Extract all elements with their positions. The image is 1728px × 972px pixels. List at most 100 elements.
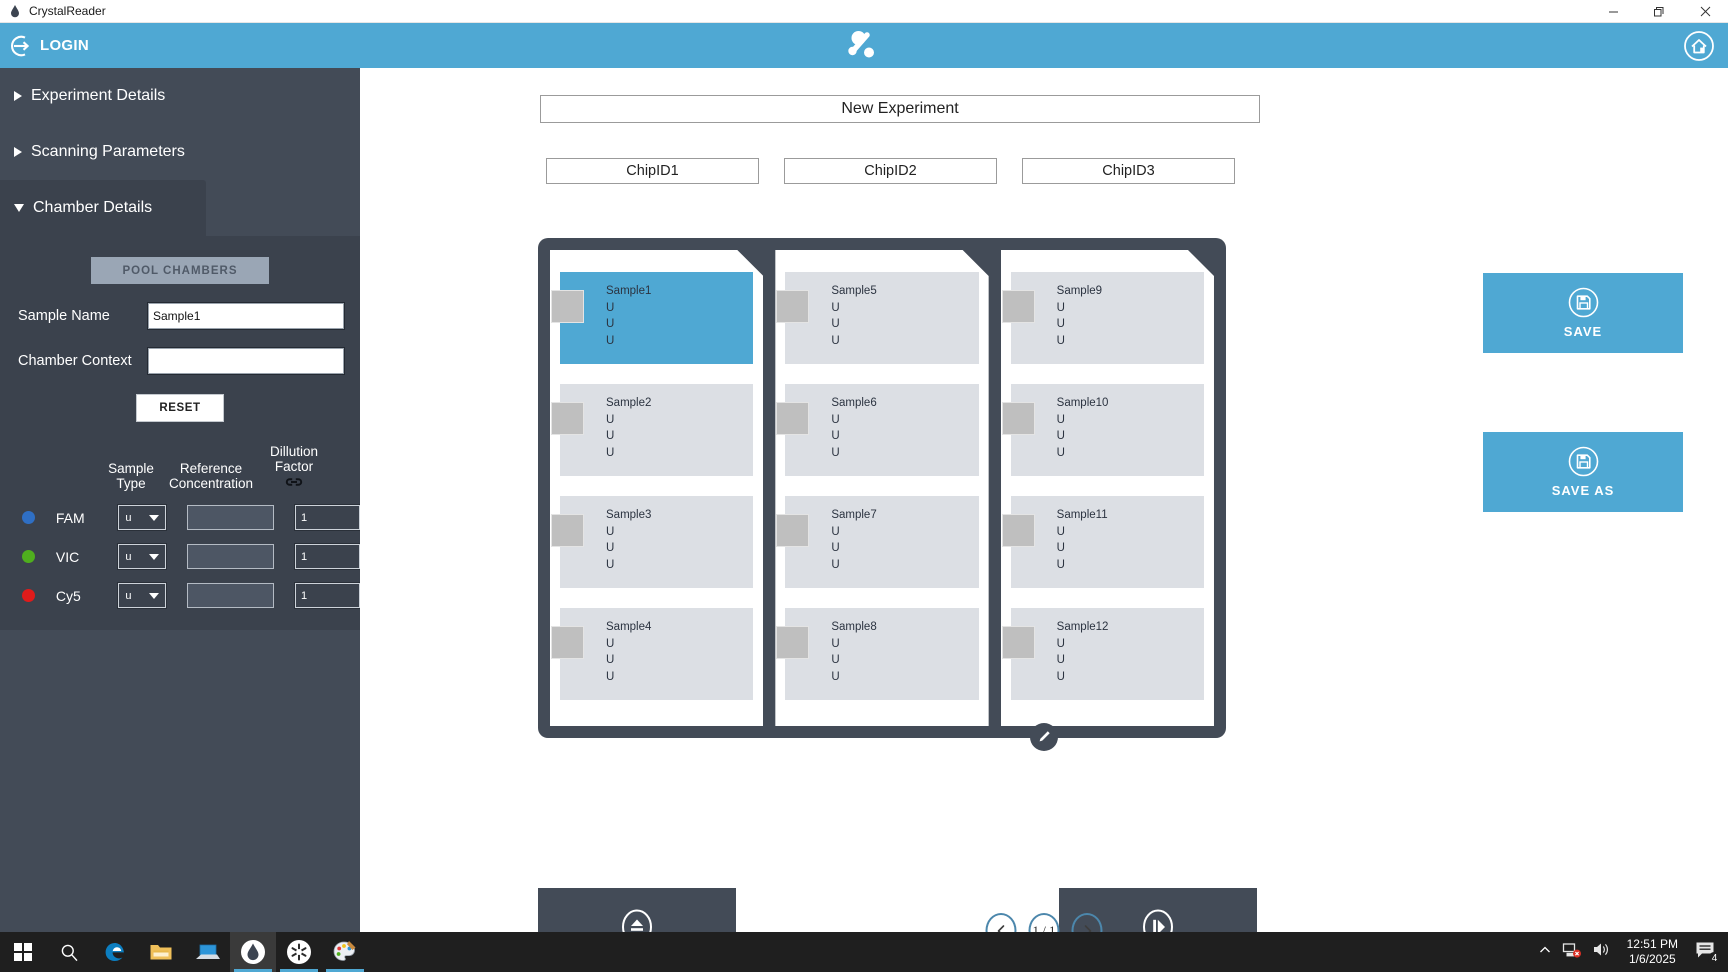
- laptop-icon: [196, 944, 220, 959]
- chevron-down-icon: [14, 204, 24, 212]
- well-line: U: [1056, 637, 1065, 650]
- well-sample-name: Sample4: [606, 621, 652, 633]
- well-sample-name: Sample1: [606, 285, 652, 297]
- volume-button[interactable]: [1592, 941, 1611, 963]
- well-thumbnail: [776, 402, 809, 435]
- well-line: U: [606, 542, 615, 555]
- well-line: U: [831, 335, 840, 348]
- molecule-logo-icon: [844, 29, 884, 63]
- taskbar-edge-button[interactable]: [92, 932, 138, 972]
- chip-id-input-1[interactable]: ChipID1: [546, 158, 759, 184]
- maximize-button[interactable]: [1636, 0, 1682, 23]
- well-sample-11[interactable]: Sample11 U U U: [1011, 496, 1204, 588]
- home-button[interactable]: [1683, 30, 1715, 62]
- sidebar-section-scanning-parameters[interactable]: Scanning Parameters: [0, 124, 360, 180]
- dillution-factor-input-fam[interactable]: [294, 504, 361, 532]
- well-line: U: [1056, 447, 1065, 460]
- well-sample-3[interactable]: Sample3 U U U: [560, 496, 753, 588]
- taskbar-asterisk-app-button[interactable]: [276, 932, 322, 972]
- dillution-factor-input-vic[interactable]: [294, 543, 361, 571]
- taskbar-clock[interactable]: 12:51 PM 1/6/2025: [1627, 937, 1678, 967]
- chip-id-input-2[interactable]: ChipID2: [784, 158, 997, 184]
- well-line: U: [606, 335, 615, 348]
- channel-row: FAM u: [0, 504, 361, 532]
- sample-type-select-vic[interactable]: u: [117, 543, 167, 571]
- well-text: Sample4 U U U: [606, 619, 651, 686]
- well-sample-6[interactable]: Sample6 U U U: [785, 384, 978, 476]
- channel-row: VIC u: [0, 543, 361, 571]
- chamber-context-row: Chamber Context: [0, 347, 360, 375]
- minimize-button[interactable]: [1590, 0, 1636, 23]
- chip-2[interactable]: Sample5 U U U Sample6 U U U Sample7 U U …: [775, 250, 988, 726]
- pencil-edit-icon: [1039, 731, 1050, 742]
- login-button[interactable]: LOGIN: [8, 32, 89, 60]
- link-chain-icon[interactable]: [258, 476, 330, 491]
- well-sample-1[interactable]: Sample1 U U U: [560, 272, 753, 364]
- well-sample-2[interactable]: Sample2 U U U: [560, 384, 753, 476]
- sample-name-input[interactable]: [147, 302, 345, 330]
- sidebar-section-chamber-details[interactable]: Chamber Details: [0, 180, 206, 236]
- windows-taskbar: 12:51 PM 1/6/2025 4: [0, 932, 1728, 972]
- edit-chip-button[interactable]: [1030, 723, 1058, 751]
- well-line: U: [606, 637, 615, 650]
- sample-type-select-fam[interactable]: u: [117, 504, 167, 532]
- taskbar-start-button[interactable]: [0, 932, 46, 972]
- chip-tray: Sample1 U U U Sample2 U U U Sample3 U U …: [538, 238, 1226, 738]
- well-line: U: [1056, 525, 1065, 538]
- show-hidden-icons-button[interactable]: [1538, 943, 1552, 962]
- well-thumbnail: [1002, 514, 1035, 547]
- well-line: U: [831, 559, 840, 572]
- well-line: U: [1056, 335, 1065, 348]
- well-line: U: [1056, 559, 1065, 572]
- chamber-context-input[interactable]: [147, 347, 345, 375]
- reference-concentration-input-vic[interactable]: [187, 544, 274, 570]
- well-line: U: [606, 559, 615, 572]
- chevron-down-icon: [149, 553, 159, 560]
- sidebar-section-experiment-details[interactable]: Experiment Details: [0, 68, 360, 124]
- taskbar-paint-button[interactable]: [322, 932, 368, 972]
- well-text: Sample9 U U U: [1057, 283, 1102, 350]
- well-thumbnail: [551, 290, 584, 323]
- chevron-up-icon: [1539, 946, 1550, 952]
- dillution-factor-input-cy5[interactable]: [294, 582, 361, 610]
- reference-concentration-input-cy5[interactable]: [187, 583, 274, 609]
- notification-center-button[interactable]: 4: [1694, 939, 1721, 965]
- taskbar-search-button[interactable]: [46, 932, 92, 972]
- taskbar-crystalreader-button[interactable]: [230, 932, 276, 972]
- well-text: Sample11 U U U: [1057, 507, 1108, 574]
- well-sample-10[interactable]: Sample10 U U U: [1011, 384, 1204, 476]
- well-sample-7[interactable]: Sample7 U U U: [785, 496, 978, 588]
- well-thumbnail: [776, 626, 809, 659]
- reference-concentration-input-fam[interactable]: [187, 505, 274, 531]
- pool-chambers-button[interactable]: POOL CHAMBERS: [91, 257, 269, 284]
- taskbar-file-explorer-button[interactable]: [138, 932, 184, 972]
- save-label: SAVE: [1563, 324, 1603, 339]
- home-icon: [1684, 30, 1714, 61]
- crystal-drop-icon: [241, 940, 265, 964]
- save-as-button[interactable]: SAVE AS: [1483, 432, 1683, 512]
- taskbar-time: 12:51 PM: [1626, 937, 1678, 951]
- well-sample-5[interactable]: Sample5 U U U: [785, 272, 978, 364]
- sample-type-select-cy5[interactable]: u: [117, 582, 167, 610]
- well-sample-4[interactable]: Sample4 U U U: [560, 608, 753, 700]
- network-status-button[interactable]: [1562, 941, 1582, 964]
- save-button[interactable]: SAVE: [1483, 273, 1683, 353]
- chip-1[interactable]: Sample1 U U U Sample2 U U U Sample3 U U …: [550, 250, 763, 726]
- close-button[interactable]: [1682, 0, 1728, 23]
- well-sample-9[interactable]: Sample9 U U U: [1011, 272, 1204, 364]
- chip-id-input-3[interactable]: ChipID3: [1022, 158, 1235, 184]
- sample-name-label: Sample Name: [18, 308, 110, 324]
- well-sample-name: Sample5: [831, 285, 877, 297]
- reset-button[interactable]: RESET: [136, 394, 224, 422]
- well-sample-8[interactable]: Sample8 U U U: [785, 608, 978, 700]
- well-line: U: [831, 318, 840, 331]
- well-sample-name: Sample10: [1056, 397, 1109, 409]
- sample-type-value: u: [125, 589, 132, 602]
- main-canvas: New Experiment ChipID1 ChipID2 ChipID3 S…: [360, 68, 1728, 972]
- taskbar-remote-desktop-button[interactable]: [184, 932, 230, 972]
- experiment-name-input[interactable]: New Experiment: [540, 95, 1260, 123]
- well-sample-12[interactable]: Sample12 U U U: [1011, 608, 1204, 700]
- chip-3[interactable]: Sample9 U U U Sample10 U U U Sample11 U …: [1001, 250, 1214, 726]
- well-line: U: [1056, 542, 1065, 555]
- well-thumbnail: [1002, 290, 1035, 323]
